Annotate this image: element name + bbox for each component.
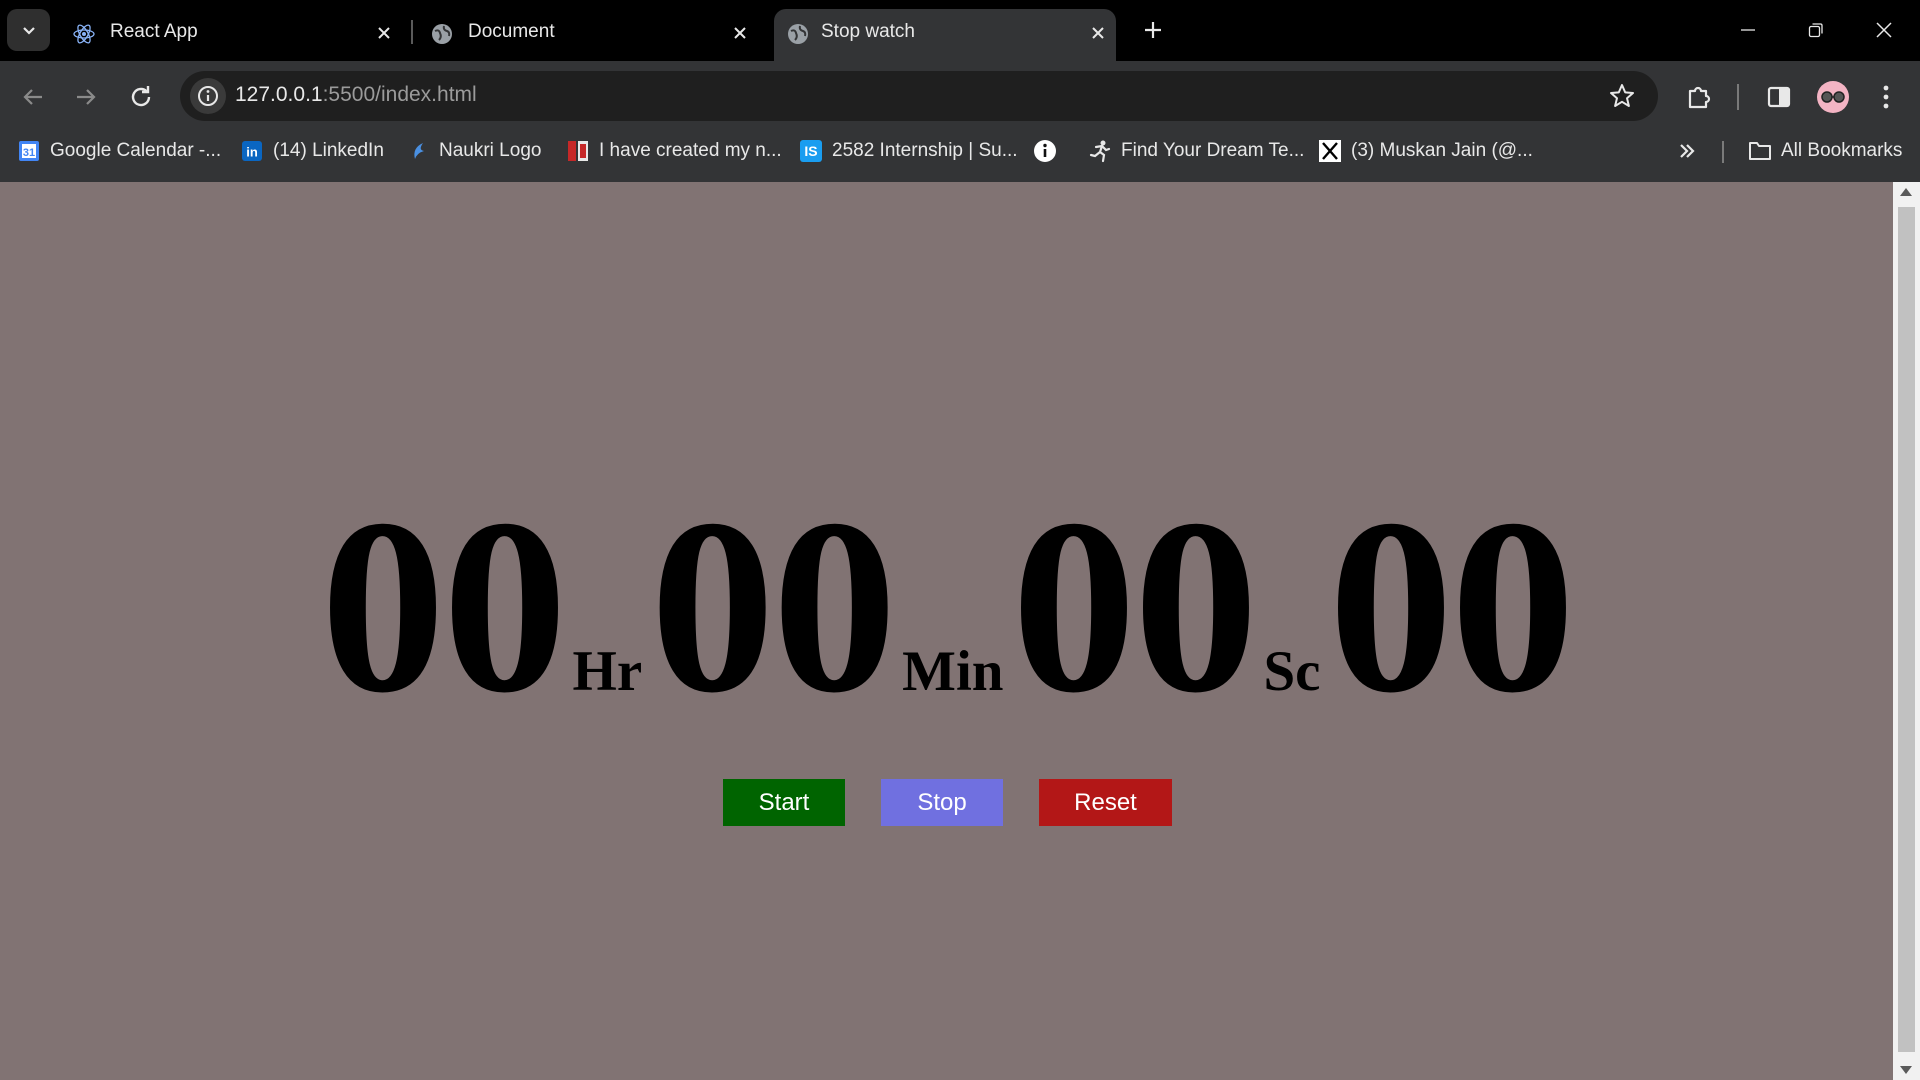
stop-button[interactable]: Stop (881, 779, 1003, 826)
close-icon[interactable] (728, 21, 752, 45)
all-bookmarks-button[interactable]: All Bookmarks (1748, 136, 1902, 166)
minimize-icon (1741, 29, 1755, 31)
bookmark-label: (3) Muskan Jain (@... (1351, 140, 1533, 161)
chevron-down-icon (22, 27, 35, 35)
svg-text:31: 31 (23, 147, 35, 159)
google-calendar-icon: 31 (17, 139, 41, 163)
all-bookmarks-label: All Bookmarks (1781, 140, 1903, 161)
star-icon (1610, 84, 1634, 107)
minutes-unit-label: Min (902, 640, 1004, 703)
bookmark-internship[interactable]: IS 2582 Internship | Su... (799, 136, 1018, 166)
stopwatch-display: 00 Hr 00 Min 00 Sc 00 (0, 482, 1893, 732)
globe-icon (786, 22, 810, 46)
close-icon[interactable] (1086, 21, 1110, 45)
plus-icon (1145, 22, 1161, 38)
svg-text:IS: IS (804, 143, 817, 159)
scroll-down-arrow-icon[interactable] (1900, 1066, 1912, 1074)
url-path: :5500/index.html (322, 83, 477, 106)
internshala-icon: IS (799, 139, 823, 163)
browser-toolbar: 127.0.0.1:5500/index.html 31 Google Cale… (0, 61, 1920, 188)
reload-button[interactable] (121, 77, 161, 117)
bookmark-label: (14) LinkedIn (273, 140, 384, 161)
new-tab-button[interactable] (1137, 14, 1169, 46)
address-bar[interactable]: 127.0.0.1:5500/index.html (180, 71, 1658, 121)
stopwatch-page: 00 Hr 00 Min 00 Sc 00 Start Stop Reset (0, 182, 1893, 1080)
hours-value: 00 (320, 468, 568, 745)
tab-react-app[interactable]: React App (60, 9, 405, 61)
bookmark-label: 2582 Internship | Su... (832, 140, 1018, 161)
restore-icon (1808, 23, 1823, 38)
react-icon (72, 22, 96, 46)
toolbar-divider (1737, 84, 1739, 110)
forward-arrow-icon (77, 89, 96, 105)
minimize-button[interactable] (1728, 10, 1768, 50)
naukri-icon (406, 139, 430, 163)
page-scrollbar[interactable] (1893, 182, 1920, 1080)
bookmark-naukri[interactable]: Naukri Logo (406, 136, 541, 166)
glasses-icon (1821, 91, 1845, 103)
reload-icon (131, 86, 151, 107)
hours-unit-label: Hr (572, 640, 643, 703)
tab-title: React App (110, 21, 198, 42)
restore-button[interactable] (1796, 10, 1836, 50)
bookmark-label: Google Calendar -... (50, 140, 222, 161)
kebab-menu-icon (1883, 85, 1889, 109)
side-panel-icon (1767, 86, 1791, 108)
seconds-value: 00 (1011, 468, 1258, 745)
bookmark-created[interactable]: I have created my n... (566, 136, 782, 166)
tab-document[interactable]: Document (418, 9, 763, 61)
close-icon (1876, 22, 1892, 38)
seconds-unit-label: Sc (1263, 640, 1321, 703)
back-arrow-icon (23, 89, 42, 105)
bookmarks-divider (1722, 141, 1724, 163)
bookmark-label: Naukri Logo (439, 140, 542, 161)
minutes-value: 00 (650, 468, 897, 745)
bookmark-site-icon (566, 139, 590, 163)
start-button[interactable]: Start (723, 779, 845, 826)
bookmark-x[interactable]: (3) Muskan Jain (@... (1318, 136, 1533, 166)
tab-strip: React App Document Stop watch (0, 0, 1920, 61)
info-icon (198, 86, 218, 106)
scroll-thumb[interactable] (1898, 207, 1915, 1052)
bookmark-google-calendar[interactable]: 31 Google Calendar -... (17, 136, 221, 166)
tab-title: Stop watch (821, 21, 915, 42)
bookmark-info[interactable] (1033, 136, 1066, 166)
scroll-up-arrow-icon[interactable] (1900, 188, 1912, 196)
close-icon[interactable] (372, 21, 396, 45)
centiseconds-value: 00 (1328, 468, 1575, 745)
back-button[interactable] (13, 77, 53, 117)
more-bookmarks-button[interactable] (1677, 136, 1697, 166)
bookmark-linkedin[interactable]: in (14) LinkedIn (240, 136, 384, 166)
close-window-button[interactable] (1864, 10, 1904, 50)
bookmark-star-button[interactable] (1608, 82, 1636, 110)
globe-icon (430, 22, 454, 46)
side-panel-button[interactable] (1761, 79, 1797, 115)
bookmark-label: Find Your Dream Te... (1121, 140, 1305, 161)
site-info-button[interactable] (190, 78, 226, 114)
extensions-button[interactable] (1681, 79, 1717, 115)
bookmark-find-dream[interactable]: Find Your Dream Te... (1088, 136, 1304, 166)
menu-button[interactable] (1868, 79, 1904, 115)
runner-icon (1088, 139, 1112, 163)
folder-icon (1748, 139, 1772, 163)
info-icon (1033, 139, 1057, 163)
double-chevron-right-icon (1680, 144, 1695, 158)
x-icon (1318, 139, 1342, 163)
url-text: 127.0.0.1:5500/index.html (235, 83, 477, 107)
tab-title: Document (468, 21, 555, 42)
bookmark-label: I have created my n... (599, 140, 782, 161)
profile-avatar[interactable] (1817, 81, 1849, 113)
tab-stop-watch[interactable]: Stop watch (774, 9, 1116, 61)
tab-search-button[interactable] (7, 9, 50, 51)
puzzle-icon (1688, 86, 1711, 109)
linkedin-icon: in (240, 139, 264, 163)
tab-separator (411, 20, 413, 44)
forward-button[interactable] (66, 77, 106, 117)
reset-button[interactable]: Reset (1039, 779, 1172, 826)
svg-text:in: in (246, 145, 258, 160)
url-host: 127.0.0.1 (235, 83, 323, 106)
